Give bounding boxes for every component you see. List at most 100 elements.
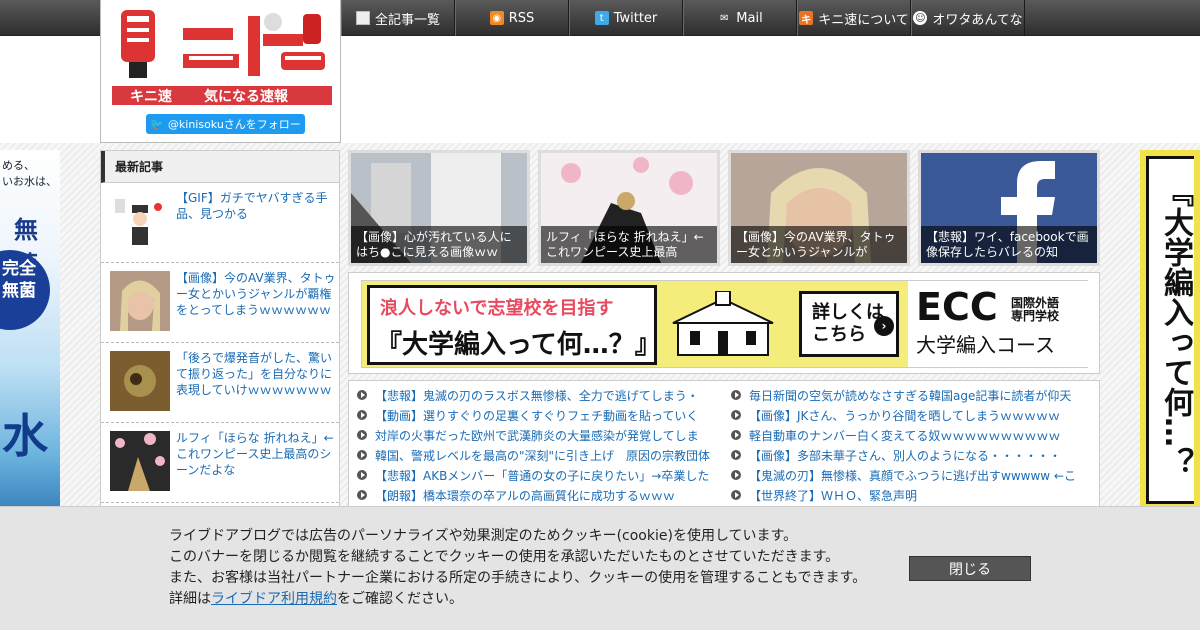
close-button[interactable]: 閉じる [909, 556, 1031, 581]
featured-caption: 【悲報】ワイ、facebookで画像保存したらバレるの知 [921, 226, 1097, 263]
play-bullet-icon [357, 390, 367, 400]
site-logo-box: キニ速 気になる速報 🐦 @kinisokuさんをフォロー [100, 0, 341, 143]
link-text[interactable]: 対岸の火事だった欧州で武漢肺炎の大量感染が発覚してしま [375, 427, 699, 444]
nav-item-twitter[interactable]: t Twitter [569, 0, 683, 36]
ad-brand: ECC [916, 285, 998, 329]
nav-label: RSS [508, 10, 535, 26]
list-item[interactable]: 毎日新聞の空気が読めなさすぎる韓国age記事に読者が仰天 [727, 385, 1099, 405]
list-item[interactable]: 【悲報】鬼滅の刃のラスボス無惨様、全力で逃げてしまう・ [353, 385, 725, 405]
cookie-line4: 詳細はライブドア利用規約をご確認ください。 [169, 589, 866, 610]
link-text[interactable]: 【鬼滅の刃】無惨様、真顔でふつうに逃げ出すwwwww ←こ [749, 467, 1076, 484]
right-side-ad[interactable]: 『大学編入って何…？ [1140, 150, 1200, 510]
play-bullet-icon [357, 450, 367, 460]
featured-caption: 【画像】今のAV業界、タトゥー女とかいうジャンルが [731, 226, 907, 263]
link-column-right: 毎日新聞の空気が読めなさすぎる韓国age記事に読者が仰天 【画像】JKさん、うっ… [727, 385, 1099, 505]
twitter-icon: t [594, 11, 609, 25]
ad-headline-box: 浪人しないで志望校を目指す 『大学編入って何…？』 [367, 285, 661, 365]
twitter-bird-icon: 🐦 [150, 117, 164, 131]
list-item[interactable]: 対岸の火事だった欧州で武漢肺炎の大量感染が発覚してしま [353, 425, 725, 445]
article-title-link[interactable]: ルフィ「ほらな 折れねえ」←これワンピース史上最高のシーンだよな [176, 430, 336, 478]
link-text[interactable]: 毎日新聞の空気が読めなさすぎる韓国age記事に読者が仰天 [749, 387, 1071, 404]
article-title-link[interactable]: 「後ろで爆発音がした、驚いて振り返った」を自分なりに表現していけｗｗｗｗｗｗｗ [176, 350, 336, 398]
featured-article-card[interactable]: 【画像】今のAV業界、タトゥー女とかいうジャンルが [728, 150, 910, 266]
play-bullet-icon [731, 490, 741, 500]
banner-ad-container: 浪人しないで志望校を目指す 『大学編入って何…？』 詳しくは こちら › ECC… [348, 272, 1100, 374]
mail-icon: ✉ [720, 12, 729, 24]
ad-main-text: 『大学編入って何…？』 [376, 330, 661, 360]
sidebar-heading: 最新記事 [101, 151, 339, 183]
rss-icon: ◉ [489, 11, 504, 25]
owata-icon: ☺ [913, 11, 928, 25]
list-item[interactable]: 【画像】JKさん、うっかり谷間を晒してしまうｗｗｗｗｗ [727, 405, 1099, 425]
sidebar-article[interactable]: 【GIF】ガチでヤバすぎる手品、見つかる [101, 183, 339, 263]
ad-headline: 浪人しないで志望校を目指す [380, 298, 614, 319]
nav-item-mail[interactable]: ✉ Mail [683, 0, 797, 36]
nav-item-owata-antenna[interactable]: ☺ オワタあんてな [911, 0, 1025, 36]
ad-brand-sub1: 国際外語 [1010, 295, 1059, 310]
ad-brand-sub2: 専門学校 [1010, 308, 1059, 323]
article-link-list: 【悲報】鬼滅の刃のラスボス無惨様、全力で逃げてしまう・ 【動画】選りすぐりの足裏… [348, 380, 1100, 510]
list-icon [355, 11, 370, 25]
ad-course: 大学編入コース [916, 333, 1055, 357]
list-item[interactable]: 【鬼滅の刃】無惨様、真顔でふつうに逃げ出すwwwww ←こ [727, 465, 1099, 485]
nav-label: Twitter [613, 10, 658, 26]
link-text[interactable]: 韓国、警戒レベルを最高の"深刻"に引き上げ 原因の宗教団体 [375, 447, 710, 464]
left-side-ad[interactable]: める、 いお水は、 無菌 完全 無菌 水 [0, 150, 60, 510]
ecc-banner-ad[interactable]: 浪人しないで志望校を目指す 『大学編入って何…？』 詳しくは こちら › ECC… [361, 280, 1088, 368]
site-tagline: 気になる速報 [204, 88, 288, 105]
cookie-line2: このバナーを閉じるか閲覧を継続することでクッキーの使用を承認いただいたものとさせ… [169, 549, 840, 565]
site-title-banner[interactable]: キニ速 気になる速報 [112, 86, 332, 105]
article-title-link[interactable]: 【GIF】ガチでヤバすぎる手品、見つかる [176, 190, 336, 222]
featured-article-card[interactable]: 【悲報】ワイ、facebookで画像保存したらバレるの知 [918, 150, 1100, 266]
nav-item-all-articles[interactable]: 全記事一覧 [341, 0, 455, 36]
list-item[interactable]: 【動画】選りすぐりの足裏くすぐりフェチ動画を貼っていく [353, 405, 725, 425]
nav-item-about[interactable]: キ キニ速について [797, 0, 911, 36]
play-bullet-icon [731, 390, 741, 400]
cookie-consent-banner: ライブドアブログでは広告のパーソナライズや効果測定のためクッキー(cookie)… [0, 506, 1200, 630]
terms-link[interactable]: ライブドア利用規約 [211, 591, 337, 607]
left-ad-text: める、 いお水は、 [2, 158, 57, 190]
article-thumbnail[interactable] [110, 351, 170, 411]
link-text[interactable]: 【朗報】橋本環奈の卒アルの高画質化に成功するｗｗｗ [375, 487, 675, 504]
sidebar-article[interactable]: ルフィ「ほらな 折れねえ」←これワンピース史上最高のシーンだよな [101, 423, 339, 503]
play-bullet-icon [731, 430, 741, 440]
cookie-line4-prefix: 詳細は [169, 591, 211, 607]
play-bullet-icon [357, 410, 367, 420]
link-text[interactable]: 【世界終了】ＷＨＯ、緊急声明 [749, 487, 917, 504]
twitter-follow-button[interactable]: 🐦 @kinisokuさんをフォロー [146, 114, 305, 134]
link-text[interactable]: 【悲報】鬼滅の刃のラスボス無惨様、全力で逃げてしまう・ [375, 387, 699, 404]
cookie-message: ライブドアブログでは広告のパーソナライズや効果測定のためクッキー(cookie)… [169, 526, 866, 610]
cookie-line1: ライブドアブログでは広告のパーソナライズや効果測定のためクッキー(cookie)… [169, 528, 798, 544]
list-item[interactable]: 【悲報】AKBメンバー「普通の女の子に戻りたい」→卒業した [353, 465, 725, 485]
sidebar-article[interactable]: 【画像】今のAV業界、タトゥー女とかいうジャンルが覇権をとってしまうｗｗｗｗｗｗ [101, 263, 339, 343]
list-item[interactable]: 【画像】多部未華子さん、別人のようになる・・・・・・ [727, 445, 1099, 465]
featured-caption: ルフィ「ほらな 折れねえ」←これワンピース史上最高 [541, 226, 717, 263]
list-item[interactable]: 韓国、警戒レベルを最高の"深刻"に引き上げ 原因の宗教団体 [353, 445, 725, 465]
article-thumbnail[interactable] [110, 271, 170, 331]
play-bullet-icon [731, 450, 741, 460]
nav-item-rss[interactable]: ◉ RSS [455, 0, 569, 36]
play-bullet-icon [731, 470, 741, 480]
link-text[interactable]: 【動画】選りすぐりの足裏くすぐりフェチ動画を貼っていく [375, 407, 698, 424]
left-ad-line2: いお水は、 [2, 175, 57, 188]
right-ad-inner: 『大学編入って何…？ [1146, 156, 1194, 504]
link-text[interactable]: 軽自動車のナンバー白く変えてる奴ｗｗｗｗｗｗｗｗｗｗ [749, 427, 1060, 444]
link-text[interactable]: 【画像】JKさん、うっかり谷間を晒してしまうｗｗｗｗｗ [749, 407, 1060, 424]
arrow-right-icon: › [874, 316, 894, 336]
featured-article-card[interactable]: 【画像】心が汚れている人にはち●こに見える画像ｗｗ [348, 150, 530, 266]
featured-article-card[interactable]: ルフィ「ほらな 折れねえ」←これワンピース史上最高 [538, 150, 720, 266]
ad-details-button[interactable]: 詳しくは こちら › [799, 291, 899, 357]
sidebar-article[interactable]: 「後ろで爆発音がした、驚いて振り返った」を自分なりに表現していけｗｗｗｗｗｗｗ [101, 343, 339, 423]
follow-label: @kinisokuさんをフォロー [167, 118, 301, 131]
link-text[interactable]: 【悲報】AKBメンバー「普通の女の子に戻りたい」→卒業した [375, 467, 709, 484]
featured-caption: 【画像】心が汚れている人にはち●こに見える画像ｗｗ [351, 226, 527, 263]
nav-label: キニ速について [818, 12, 909, 28]
list-item[interactable]: 【世界終了】ＷＨＯ、緊急声明 [727, 485, 1099, 505]
article-thumbnail[interactable] [110, 431, 170, 491]
article-title-link[interactable]: 【画像】今のAV業界、タトゥー女とかいうジャンルが覇権をとってしまうｗｗｗｗｗｗ [176, 270, 336, 318]
list-item[interactable]: 【朗報】橋本環奈の卒アルの高画質化に成功するｗｗｗ [353, 485, 725, 505]
link-text[interactable]: 【画像】多部未華子さん、別人のようになる・・・・・・ [749, 447, 1061, 464]
article-thumbnail[interactable] [110, 191, 170, 251]
site-logo-image[interactable] [113, 8, 331, 83]
list-item[interactable]: 軽自動車のナンバー白く変えてる奴ｗｗｗｗｗｗｗｗｗｗ [727, 425, 1099, 445]
